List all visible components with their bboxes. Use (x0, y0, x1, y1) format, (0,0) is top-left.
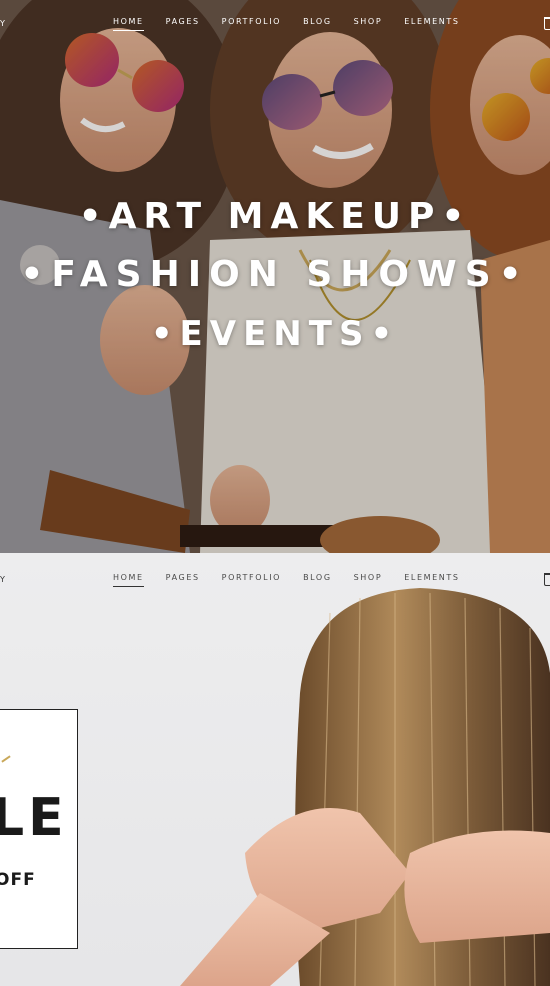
hair-model-photo (180, 588, 550, 986)
nav-shop[interactable]: SHOP (354, 17, 383, 29)
page: Y HOME PAGES PORTFOLIO BLOG SHOP ELEMENT… (0, 0, 550, 986)
sale-section: Y HOME PAGES PORTFOLIO BLOG SHOP ELEMENT… (0, 553, 550, 986)
gold-accent-stroke (1, 755, 11, 763)
nav-pages[interactable]: PAGES (166, 573, 200, 585)
nav-portfolio[interactable]: PORTFOLIO (222, 17, 281, 29)
cart-icon[interactable] (544, 573, 550, 586)
brand-logo-fragment[interactable]: Y (0, 575, 7, 584)
hero-section: Y HOME PAGES PORTFOLIO BLOG SHOP ELEMENT… (0, 0, 550, 553)
cart-icon[interactable] (544, 17, 550, 30)
hero-headline-line-3: •EVENTS• (150, 314, 400, 354)
nav-portfolio[interactable]: PORTFOLIO (222, 573, 281, 585)
secondary-nav-bar: Y HOME PAGES PORTFOLIO BLOG SHOP ELEMENT… (0, 573, 550, 589)
main-menu: HOME PAGES PORTFOLIO BLOG SHOP ELEMENTS (113, 17, 482, 31)
sale-big-text: LE (0, 788, 68, 848)
nav-pages[interactable]: PAGES (166, 17, 200, 29)
main-menu: HOME PAGES PORTFOLIO BLOG SHOP ELEMENTS (113, 573, 482, 587)
nav-home[interactable]: HOME (113, 573, 144, 587)
nav-blog[interactable]: BLOG (303, 573, 332, 585)
brand-logo-fragment[interactable]: Y (0, 19, 7, 28)
hero-headline-line-1: •ART MAKEUP• (78, 196, 472, 237)
sale-banner[interactable]: LE OFF (0, 709, 78, 949)
nav-elements[interactable]: ELEMENTS (404, 17, 459, 29)
hero-headline-line-2: •FASHION SHOWS• (20, 254, 530, 295)
top-nav-bar: Y HOME PAGES PORTFOLIO BLOG SHOP ELEMENT… (0, 17, 550, 33)
nav-elements[interactable]: ELEMENTS (404, 573, 459, 585)
nav-home[interactable]: HOME (113, 17, 144, 31)
sale-off-text: OFF (0, 870, 36, 890)
nav-shop[interactable]: SHOP (354, 573, 383, 585)
nav-blog[interactable]: BLOG (303, 17, 332, 29)
